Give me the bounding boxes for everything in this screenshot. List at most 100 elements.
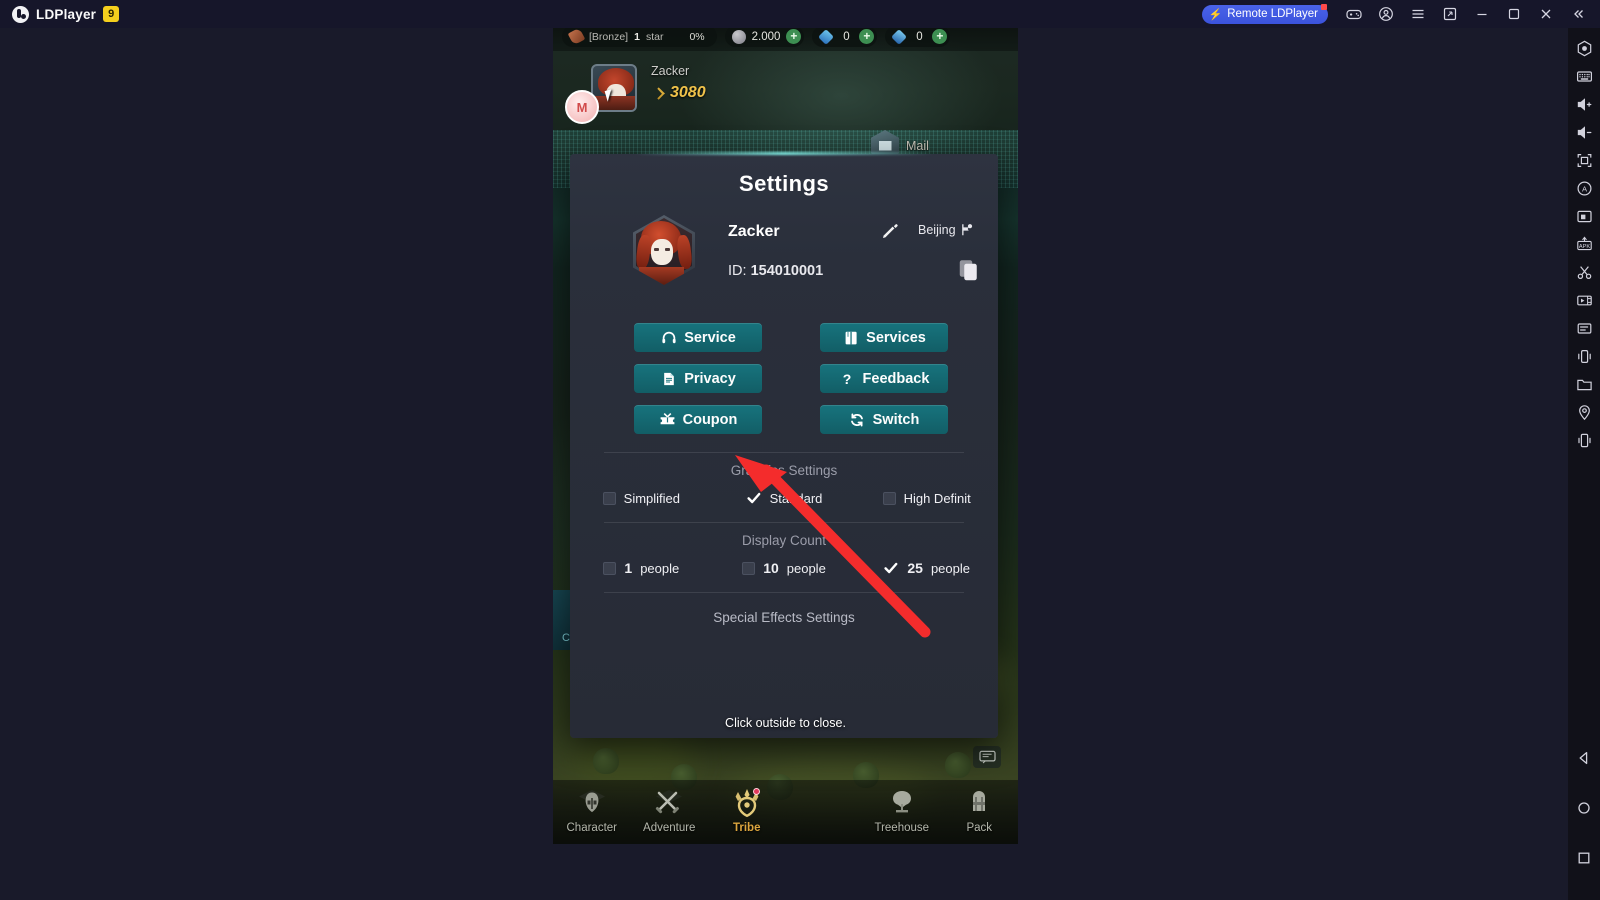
services-button[interactable]: Services	[820, 323, 948, 352]
profile-avatar[interactable]	[633, 215, 695, 285]
guild-emblem-icon[interactable]: M	[565, 90, 599, 124]
display-count-option-10[interactable]: 10 people	[713, 560, 856, 576]
resource-gem-cyan[interactable]: 0 +	[885, 26, 951, 47]
nav-item-adventure[interactable]: Adventure	[631, 786, 709, 834]
auto-rotate-icon[interactable]: A	[1569, 174, 1599, 202]
feedback-button[interactable]: ? Feedback	[820, 364, 948, 393]
headset-icon	[660, 329, 677, 346]
apk-install-icon[interactable]: APK	[1569, 230, 1599, 258]
minimize-icon[interactable]	[1466, 0, 1498, 28]
feedback-label: Feedback	[862, 370, 930, 387]
maximize-icon[interactable]	[1498, 0, 1530, 28]
special-effects-settings-button[interactable]: Special Effects Settings	[570, 593, 998, 625]
copy-icon[interactable]	[958, 259, 980, 283]
display-count-option-25[interactable]: 25 people	[855, 560, 998, 576]
checkmark-icon[interactable]	[883, 560, 899, 576]
avatar-eye	[665, 248, 670, 251]
settings-hexagon-icon[interactable]	[1569, 34, 1599, 62]
question-mark-icon: ?	[839, 370, 856, 387]
keyboard-icon[interactable]	[1569, 62, 1599, 90]
account-icon[interactable]	[1370, 0, 1402, 28]
settings-title: Settings	[739, 171, 829, 196]
screenshot-save-icon[interactable]	[1569, 202, 1599, 230]
mail-label: Mail	[906, 138, 929, 153]
nav-item-treehouse[interactable]: Treehouse	[863, 786, 941, 834]
location-pin-icon[interactable]	[1569, 398, 1599, 426]
settings-button-grid: Service Services Privacy ? Feedback Coup…	[570, 309, 998, 434]
pencil-icon[interactable]	[876, 219, 902, 245]
gem-blue-value: 0	[843, 30, 850, 43]
nav-label: Adventure	[643, 822, 696, 834]
graphics-option-high-definition[interactable]: High Definit	[855, 491, 998, 506]
sword-icon	[651, 86, 665, 100]
recents-square-icon[interactable]	[1569, 844, 1599, 872]
settings-dialog: Settings Zacker ID: 154010001 Beijing Se…	[570, 154, 998, 738]
menu-icon[interactable]	[1402, 0, 1434, 28]
close-icon[interactable]	[1530, 0, 1562, 28]
gamepad-icon[interactable]	[1338, 0, 1370, 28]
tree-decoration	[593, 748, 619, 774]
location-button[interactable]: Beijing	[918, 222, 974, 237]
gem-blue-add-button[interactable]: +	[859, 29, 875, 44]
remote-ldplayer-button[interactable]: ⚡ Remote LDPlayer	[1201, 3, 1328, 24]
multi-window-icon[interactable]	[1569, 314, 1599, 342]
rank-medal-icon	[567, 27, 586, 46]
graphics-option-simplified[interactable]: Simplified	[570, 491, 713, 506]
gem-cyan-add-button[interactable]: +	[932, 29, 948, 44]
nav-item-pack[interactable]: Pack	[941, 786, 1019, 834]
virtual-device-icon[interactable]	[1569, 426, 1599, 454]
back-triangle-icon[interactable]	[1569, 744, 1599, 772]
rank-display[interactable]: [Bronze] 1 star 0%	[562, 26, 717, 47]
remote-ldplayer-label: Remote LDPlayer	[1227, 8, 1318, 20]
switch-button[interactable]: Switch	[820, 405, 948, 434]
graphics-options-row: Simplified Standard High Definit	[570, 490, 998, 506]
nav-label: Tribe	[733, 822, 761, 834]
graphics-option-standard[interactable]: Standard	[713, 490, 856, 506]
player-info-card[interactable]: M Zacker 3080	[563, 60, 783, 124]
checkbox-unchecked-icon[interactable]	[882, 491, 896, 505]
display-count-unit: people	[786, 560, 826, 576]
new-window-icon[interactable]	[1434, 0, 1466, 28]
svg-text:APK: APK	[1578, 243, 1589, 249]
shake-icon[interactable]	[1569, 342, 1599, 370]
checkbox-unchecked-icon[interactable]	[742, 561, 756, 575]
coin-add-button[interactable]: +	[786, 29, 802, 44]
display-count-value: 25	[907, 560, 923, 576]
version-badge: 9	[103, 6, 120, 22]
notification-badge	[752, 788, 760, 795]
nav-item-tribe[interactable]: Tribe	[708, 786, 786, 834]
collapse-icon[interactable]	[1562, 0, 1594, 28]
checkbox-unchecked-icon[interactable]	[602, 491, 616, 505]
graphics-settings-title: Graphics Settings	[730, 463, 838, 478]
services-label: Services	[866, 329, 926, 346]
tree-decoration	[945, 752, 971, 778]
checkmark-icon[interactable]	[746, 490, 762, 506]
gem-cyan-icon	[891, 28, 908, 45]
privacy-label: Privacy	[684, 370, 736, 387]
volume-up-icon[interactable]	[1569, 90, 1599, 118]
video-record-icon[interactable]	[1569, 286, 1599, 314]
nav-item-character[interactable]: Character	[553, 786, 631, 834]
rank-progress-percent: 0%	[689, 30, 705, 43]
service-button[interactable]: Service	[634, 323, 762, 352]
nav-label: Character	[566, 822, 618, 834]
folder-icon[interactable]	[1569, 370, 1599, 398]
book-icon	[842, 329, 859, 346]
checkbox-unchecked-icon[interactable]	[603, 561, 617, 575]
nav-item-empty[interactable]	[786, 786, 864, 822]
volume-down-icon[interactable]	[1569, 118, 1599, 146]
coin-value: 2.000	[751, 30, 781, 43]
backpack-icon	[960, 786, 998, 820]
resource-gem-blue[interactable]: 0 +	[812, 26, 878, 47]
chat-icon[interactable]	[973, 746, 1001, 768]
privacy-button[interactable]: Privacy	[634, 364, 762, 393]
emulator-sidebar: A APK	[1568, 28, 1600, 900]
svg-text:?: ?	[843, 371, 852, 387]
app-title: LDPlayer	[36, 6, 97, 22]
coupon-button[interactable]: Coupon	[634, 405, 762, 434]
fullscreen-icon[interactable]	[1569, 146, 1599, 174]
resource-coins[interactable]: 2.000 +	[724, 26, 805, 47]
scissors-icon[interactable]	[1569, 258, 1599, 286]
home-circle-icon[interactable]	[1569, 794, 1599, 822]
display-count-option-1[interactable]: 1 people	[570, 560, 713, 576]
